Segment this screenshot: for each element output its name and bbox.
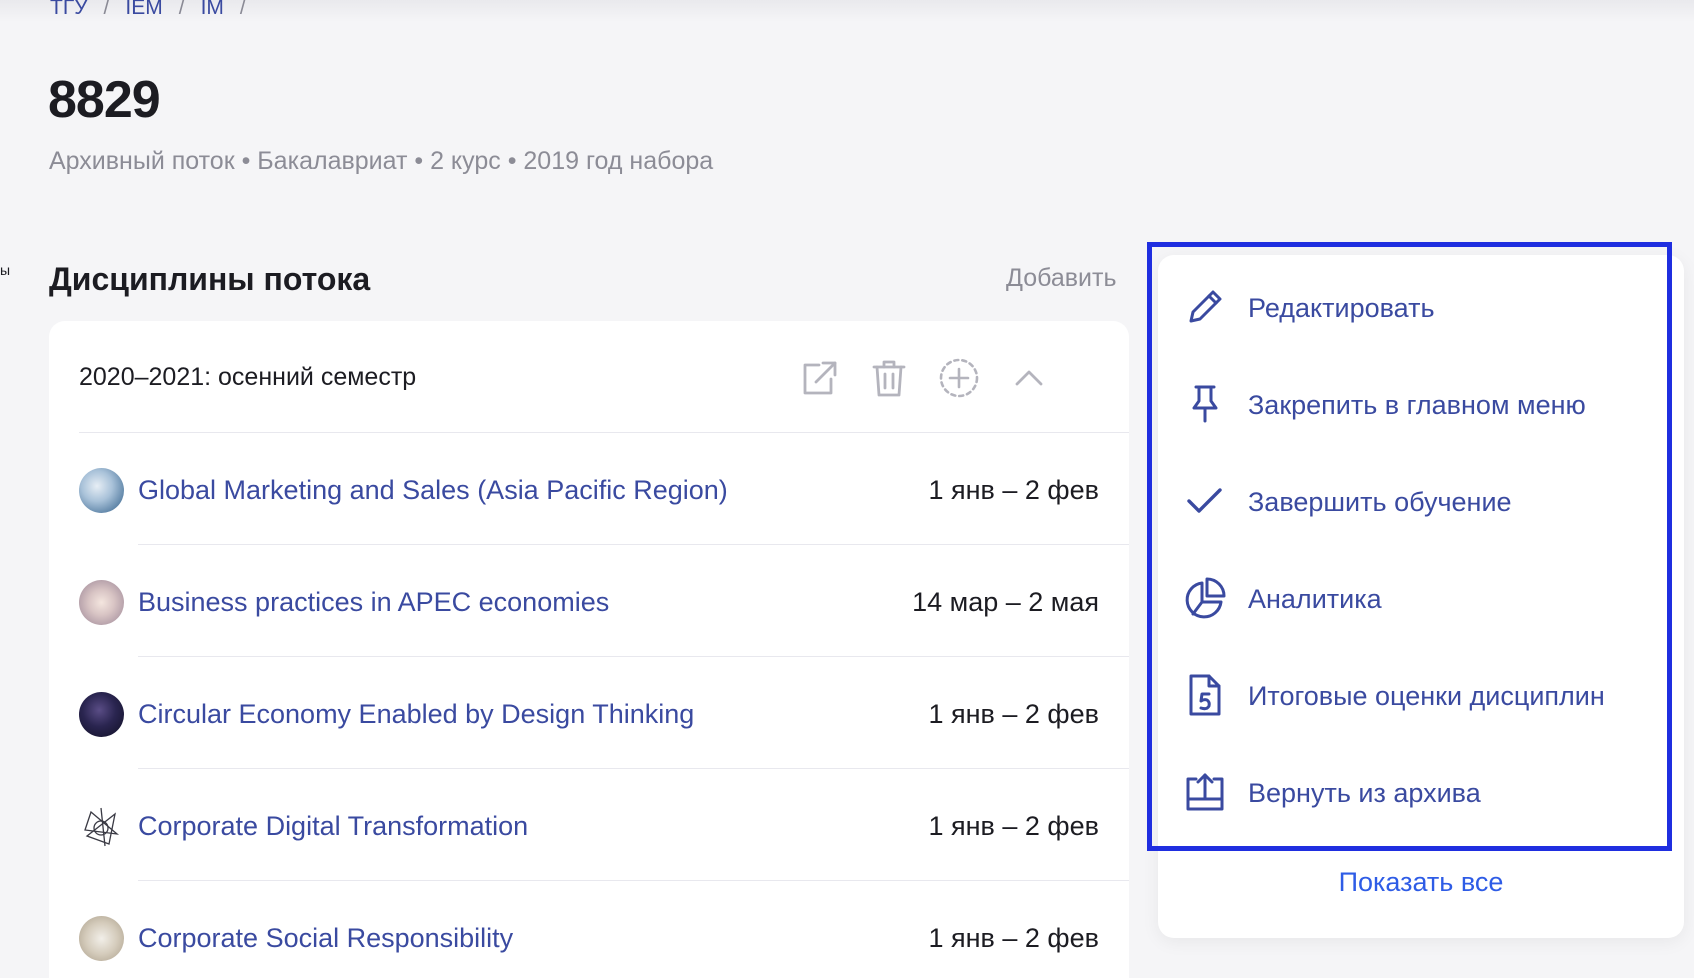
semester-title: 2020–2021: осенний семестр <box>79 363 417 391</box>
show-all-button[interactable]: Показать все <box>1158 867 1684 898</box>
discipline-row[interactable]: Corporate Social Responsibility 1 янв – … <box>49 881 1129 978</box>
discipline-name[interactable]: Business practices in APEC economies <box>138 587 609 618</box>
menu-item-pin[interactable]: Закрепить в главном меню <box>1158 355 1684 452</box>
menu-item-analytics[interactable]: Аналитика <box>1158 549 1684 646</box>
menu-item-label: Аналитика <box>1248 584 1382 614</box>
top-shadow <box>0 0 1694 22</box>
chevron-up-icon[interactable] <box>1007 356 1051 400</box>
discipline-avatar <box>79 468 124 513</box>
actions-menu: Редактировать Закрепить в главном меню З… <box>1158 255 1684 938</box>
discipline-name[interactable]: Global Marketing and Sales (Asia Pacific… <box>138 475 728 506</box>
page-subtitle: Архивный поток • Бакалавриат • 2 курс • … <box>49 147 714 175</box>
discipline-name[interactable]: Corporate Digital Transformation <box>138 811 528 842</box>
pie-chart-icon <box>1182 575 1228 621</box>
disciplines-card: 2020–2021: осенний семестр Global Market… <box>49 321 1129 978</box>
unarchive-icon <box>1182 769 1228 815</box>
menu-item-unarchive[interactable]: Вернуть из архива <box>1158 743 1684 840</box>
add-discipline-button[interactable]: Добавить <box>1006 264 1117 293</box>
menu-item-label: Вернуть из архива <box>1248 778 1481 808</box>
menu-item-label: Итоговые оценки дисциплин <box>1248 681 1605 711</box>
discipline-row[interactable]: Circular Economy Enabled by Design Think… <box>49 657 1129 769</box>
clipped-sidebar-text: ы <box>0 262 11 278</box>
menu-item-label: Завершить обучение <box>1248 487 1512 517</box>
discipline-row[interactable]: Corporate Digital Transformation 1 янв –… <box>49 769 1129 881</box>
breadcrumb-separator: / <box>103 0 110 19</box>
discipline-avatar <box>79 692 124 737</box>
breadcrumb-item-iem[interactable]: IEM <box>125 0 162 20</box>
discipline-dates: 1 янв – 2 фев <box>928 811 1099 841</box>
page-title: 8829 <box>48 71 161 129</box>
semester-header: 2020–2021: осенний семестр <box>49 321 1129 433</box>
discipline-dates: 1 янв – 2 фев <box>928 475 1099 505</box>
breadcrumb-item-im[interactable]: IM <box>201 0 224 20</box>
external-link-icon[interactable] <box>797 356 841 400</box>
pencil-icon <box>1182 284 1228 330</box>
discipline-row[interactable]: Global Marketing and Sales (Asia Pacific… <box>49 433 1129 545</box>
breadcrumb-separator: / <box>239 0 246 19</box>
discipline-name[interactable]: Corporate Social Responsibility <box>138 923 513 954</box>
check-icon <box>1182 478 1228 524</box>
menu-item-finish[interactable]: Завершить обучение <box>1158 452 1684 549</box>
discipline-avatar <box>79 916 124 961</box>
discipline-dates: 1 янв – 2 фев <box>928 923 1099 953</box>
menu-item-final-grades[interactable]: Итоговые оценки дисциплин <box>1158 646 1684 743</box>
add-circle-icon[interactable] <box>937 356 981 400</box>
menu-item-label: Редактировать <box>1248 293 1435 323</box>
discipline-avatar <box>79 580 124 625</box>
menu-item-edit[interactable]: Редактировать <box>1158 258 1684 355</box>
breadcrumb-item-tgu[interactable]: ТГУ <box>50 0 88 20</box>
pin-icon <box>1182 381 1228 427</box>
discipline-dates: 1 янв – 2 фев <box>928 699 1099 729</box>
section-title: Дисциплины потока <box>49 261 371 297</box>
discipline-avatar <box>79 804 124 849</box>
breadcrumb: ТГУ / IEM / IM / <box>50 0 246 20</box>
breadcrumb-separator: / <box>178 0 185 19</box>
grade-document-icon <box>1182 672 1228 718</box>
menu-item-label: Закрепить в главном меню <box>1248 390 1586 420</box>
discipline-row[interactable]: Business practices in APEC economies 14 … <box>49 545 1129 657</box>
trash-icon[interactable] <box>867 356 911 400</box>
discipline-dates: 14 мар – 2 мая <box>912 587 1099 617</box>
discipline-name[interactable]: Circular Economy Enabled by Design Think… <box>138 699 694 730</box>
